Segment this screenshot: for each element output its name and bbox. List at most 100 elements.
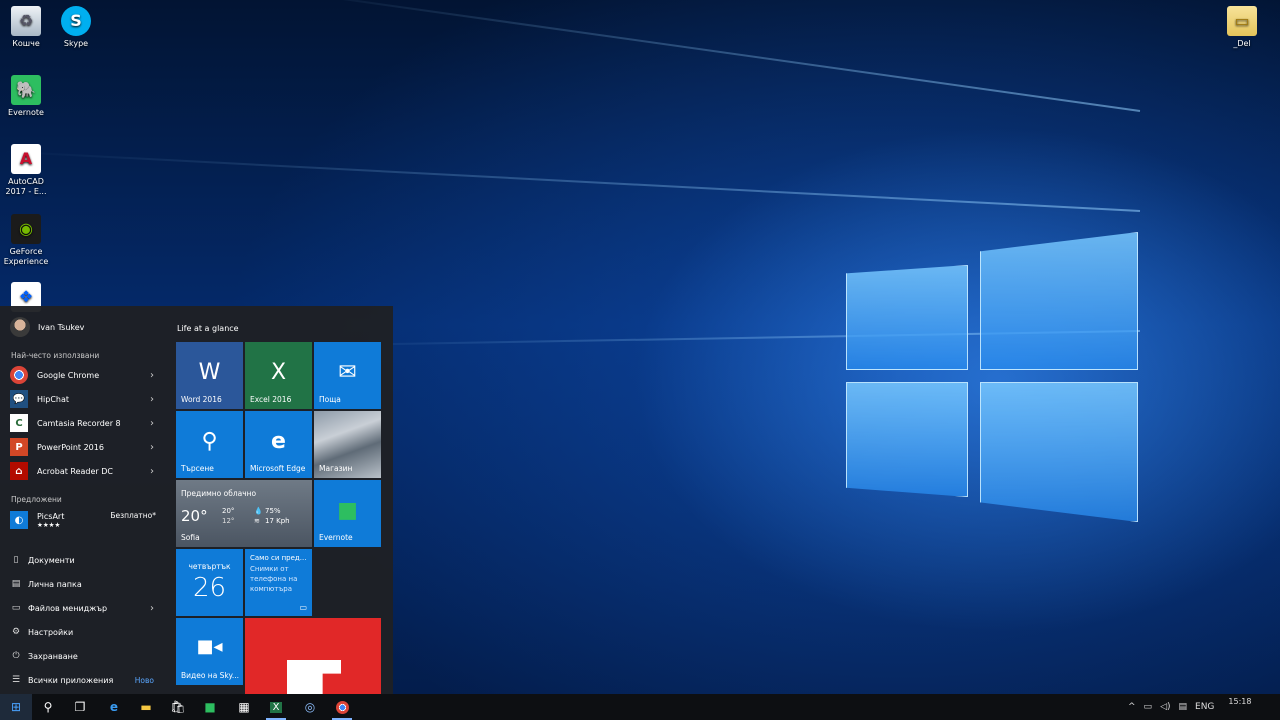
autocad-icon: A (11, 144, 41, 174)
picsart-icon: ◐ (10, 511, 28, 529)
chrome-icon (335, 700, 349, 714)
network-icon[interactable]: ▭ (1144, 702, 1153, 712)
chevron-right-icon[interactable]: › (150, 370, 154, 381)
app-acrobat-reader[interactable]: ⌂ Acrobat Reader DC › (10, 460, 158, 482)
clock[interactable]: 15:18 (1228, 697, 1251, 706)
video-camera-icon: ■◂ (196, 636, 223, 657)
app-label: Acrobat Reader DC (37, 466, 113, 476)
task-view-button[interactable]: ❐ (64, 694, 96, 720)
taskbar-app-file-explorer[interactable]: ▬ (130, 694, 162, 720)
tile-label: Word 2016 (181, 395, 222, 404)
desktop-icon-recycle-bin[interactable]: ♻ Кошче (0, 6, 52, 49)
tile-phone-photos[interactable]: Само си пред... Снимки от телефона на ко… (245, 549, 312, 616)
most-used-heading: Най-често използвани (11, 351, 100, 360)
chevron-right-icon[interactable]: › (150, 418, 154, 429)
desktop-icon-geforce[interactable]: ◉ GeForce Experience (0, 214, 52, 267)
tile-evernote[interactable]: ■ Evernote (314, 480, 381, 547)
chevron-right-icon[interactable]: › (150, 603, 154, 614)
documents-label: Документи (28, 555, 75, 565)
suggested-app-picsart[interactable]: ◐ PicsArt ★★★★ Безплатно* (10, 507, 158, 533)
volume-icon[interactable]: ◁) (1160, 702, 1170, 712)
desktop-icon-del-folder[interactable]: ▭ _Del (1216, 6, 1268, 49)
app-hipchat[interactable]: 💬 HipChat › (10, 388, 158, 410)
power-label: Захранване (28, 651, 78, 661)
evernote-icon: ■ (204, 700, 216, 714)
tile-label: Поща (319, 395, 341, 404)
phone-icon: ▭ (299, 603, 307, 612)
tile-calendar[interactable]: четвъртък 26 (176, 549, 243, 616)
suggestion-price: Безплатно* (110, 511, 156, 520)
language-indicator[interactable]: ENG (1195, 702, 1214, 712)
weather-humidity: 75% (265, 507, 281, 515)
calendar-day: четвъртък (188, 562, 231, 571)
documents-link[interactable]: ▯ Документи (10, 550, 158, 570)
app-google-chrome[interactable]: Google Chrome › (10, 364, 158, 386)
tile-mail[interactable]: ✉ Поща (314, 342, 381, 409)
skype-icon: S (61, 6, 91, 36)
settings-link[interactable]: ⚙ Настройки (10, 622, 158, 642)
tile-edge[interactable]: e Microsoft Edge (245, 411, 312, 478)
taskbar-app-excel[interactable]: X (260, 694, 292, 720)
desktop-icon-label: Skype (63, 39, 89, 48)
personal-folder-link[interactable]: ▤ Лична папка (10, 574, 158, 594)
settings-label: Настройки (28, 627, 74, 637)
taskbar-app-calendar[interactable]: ▦ (228, 694, 260, 720)
chevron-right-icon[interactable]: › (150, 394, 154, 405)
desktop-icon-label: _Del (1233, 39, 1251, 48)
taskbar-app-chrome[interactable] (326, 694, 358, 720)
photos-body: Снимки от телефона на компютъра (250, 565, 298, 593)
word-icon: W (198, 360, 221, 385)
excel-icon: X (270, 360, 287, 385)
gear-icon: ⚙ (11, 627, 21, 637)
action-center-icon[interactable]: ▤ (1179, 702, 1188, 712)
system-tray: ^ ▭ ◁) ▤ ENG 15:18 (1128, 694, 1251, 720)
evernote-icon: 🐘 (11, 75, 41, 105)
recycle-bin-icon: ♻ (11, 6, 41, 36)
chevron-right-icon[interactable]: › (150, 466, 154, 477)
tile-store[interactable]: Магазин (314, 411, 381, 478)
taskbar-app-store[interactable]: 🛍 (162, 694, 194, 720)
taskbar-app-edge[interactable]: e (98, 694, 130, 720)
folder-icon: ▤ (11, 579, 21, 589)
tile-word[interactable]: W Word 2016 (176, 342, 243, 409)
all-apps-link[interactable]: ☰ Всички приложения Ново (10, 670, 158, 690)
file-explorer-link[interactable]: ▭ Файлов мениджър › (10, 598, 158, 618)
start-menu-left-column: Ivan Tsukev Най-често използвани Google … (0, 306, 166, 694)
desktop-icon-label: AutoCAD 2017 - E... (5, 177, 47, 196)
tile-flipboard[interactable] (245, 618, 381, 694)
taskbar-app-hipchat[interactable]: ◎ (294, 694, 326, 720)
user-name: Ivan Tsukev (38, 322, 85, 332)
user-account-button[interactable]: Ivan Tsukev (10, 317, 84, 337)
wind-icon: ≋ (254, 517, 260, 525)
taskbar-app-evernote[interactable]: ■ (194, 694, 226, 720)
app-camtasia-recorder[interactable]: C Camtasia Recorder 8 › (10, 412, 158, 434)
humidity-icon: 💧 (254, 507, 263, 515)
desktop-icon-label: Evernote (8, 108, 44, 117)
search-icon: ⚲ (201, 429, 218, 454)
start-button[interactable]: ⊞ (0, 694, 32, 720)
chevron-right-icon[interactable]: › (150, 442, 154, 453)
desktop-icon-skype[interactable]: S Skype (50, 6, 102, 49)
suggestion-text: PicsArt ★★★★ (37, 512, 64, 529)
power-button[interactable]: ⏻ Захранване (10, 646, 158, 666)
suggestion-rating: ★★★★ (37, 520, 61, 529)
powerpoint-icon: P (10, 438, 28, 456)
taskbar-search-button[interactable]: ⚲ (32, 694, 64, 720)
tile-weather[interactable]: Предимно облачно 20° 20° 12° 💧 75% ≋ 17 … (176, 480, 312, 547)
app-label: HipChat (37, 394, 70, 404)
tile-skype-video[interactable]: ■◂ Видео на Sky... (176, 618, 243, 685)
desktop-icon-autocad[interactable]: A AutoCAD 2017 - E... (0, 144, 52, 197)
desktop-icon-label: Кошче (12, 39, 40, 48)
avatar (10, 317, 30, 337)
store-icon: 🛍 (170, 700, 186, 714)
tile-label: Microsoft Edge (250, 464, 306, 473)
show-hidden-icons-button[interactable]: ^ (1128, 702, 1136, 712)
tile-excel[interactable]: X Excel 2016 (245, 342, 312, 409)
desktop-icon-evernote[interactable]: 🐘 Evernote (0, 75, 52, 118)
windows-logo-pane (980, 382, 1138, 522)
app-powerpoint[interactable]: P PowerPoint 2016 › (10, 436, 158, 458)
chrome-icon (10, 366, 28, 384)
tile-search[interactable]: ⚲ Търсене (176, 411, 243, 478)
power-icon: ⏻ (12, 651, 20, 661)
hipchat-icon: ◎ (304, 700, 316, 714)
